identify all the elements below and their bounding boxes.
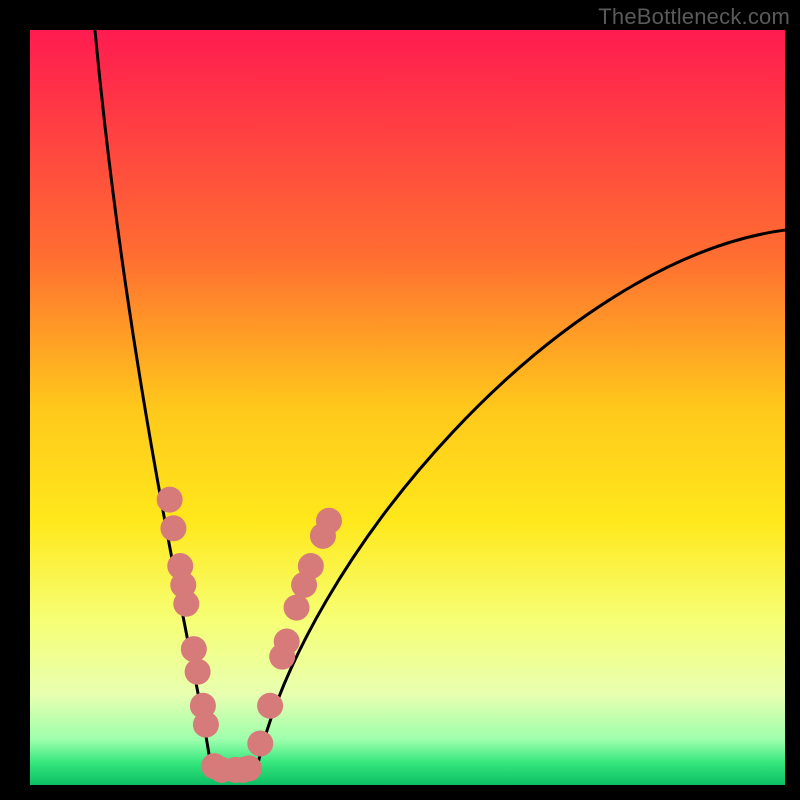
data-marker (181, 636, 207, 662)
data-marker (257, 693, 283, 719)
data-marker (284, 595, 310, 621)
chart-svg (0, 0, 800, 800)
data-marker (185, 659, 211, 685)
data-marker (157, 487, 183, 513)
data-marker (316, 508, 342, 534)
data-marker (247, 730, 273, 756)
data-marker (274, 629, 300, 655)
plot-background (30, 30, 785, 785)
chart-frame: TheBottleneck.com (0, 0, 800, 800)
data-marker (173, 591, 199, 617)
data-marker (193, 712, 219, 738)
watermark-text: TheBottleneck.com (598, 4, 790, 30)
data-marker (298, 553, 324, 579)
data-marker (236, 755, 262, 781)
data-marker (160, 515, 186, 541)
